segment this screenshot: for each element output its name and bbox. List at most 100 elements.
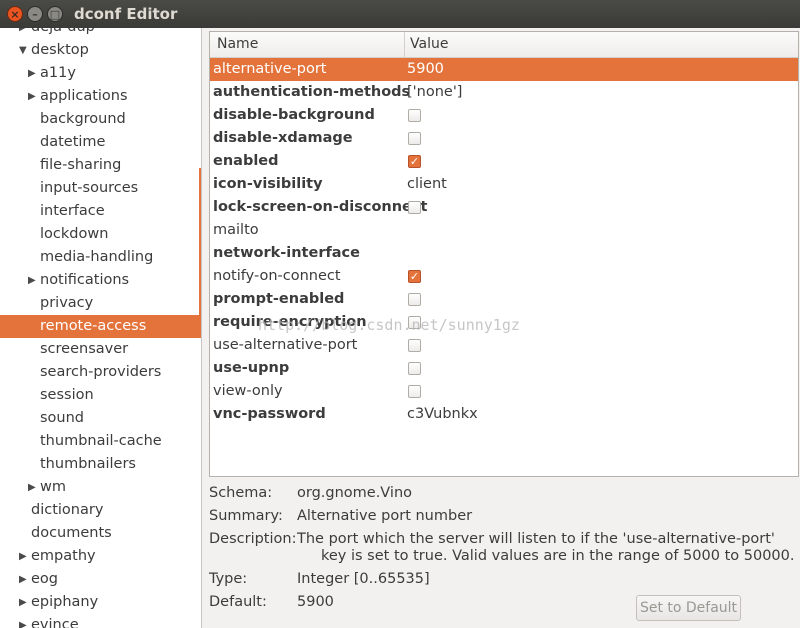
expander-closed-icon[interactable]: ▶ bbox=[19, 568, 27, 591]
set-to-default-button[interactable]: Set to Default bbox=[636, 595, 741, 621]
tree-item-evince[interactable]: ▶ evince bbox=[0, 614, 201, 628]
tree-item-desktop[interactable]: ▼ desktop bbox=[0, 39, 201, 62]
key-name: notify-on-connect bbox=[213, 268, 341, 284]
key-name: authentication-methods bbox=[213, 84, 411, 100]
key-name: disable-xdamage bbox=[213, 130, 353, 146]
value-checkbox[interactable]: ✓ bbox=[408, 155, 421, 168]
tree-item-label: input-sources bbox=[40, 180, 139, 196]
tree-item-applications[interactable]: ▶ applications bbox=[0, 85, 201, 108]
expander-closed-icon[interactable]: ▶ bbox=[19, 614, 27, 628]
default-label: Default: bbox=[209, 594, 267, 610]
expander-open-icon[interactable]: ▼ bbox=[19, 39, 27, 62]
expander-closed-icon[interactable]: ▶ bbox=[19, 591, 27, 614]
window-title: dconf Editor bbox=[74, 5, 178, 23]
value-checkbox[interactable] bbox=[408, 132, 421, 145]
tree-item-file-sharing[interactable]: file-sharing bbox=[0, 154, 201, 177]
expander-closed-icon[interactable]: ▶ bbox=[19, 28, 27, 39]
tree-item-notifications[interactable]: ▶ notifications bbox=[0, 269, 201, 292]
tree-item-label: thumbnailers bbox=[40, 456, 136, 472]
tree-item-label: wm bbox=[40, 479, 66, 495]
tree-item-remote-access[interactable]: remote-access bbox=[0, 315, 201, 338]
maximize-button[interactable]: □ bbox=[47, 6, 63, 22]
table-row[interactable]: authentication-methods ['none'] bbox=[210, 81, 798, 104]
expander-closed-icon[interactable]: ▶ bbox=[28, 476, 36, 499]
tree-item-thumbnailers[interactable]: thumbnailers bbox=[0, 453, 201, 476]
table-row[interactable]: notify-on-connect ✓ bbox=[210, 265, 798, 288]
tree-item-screensaver[interactable]: screensaver bbox=[0, 338, 201, 361]
type-value: Integer [0..65535] bbox=[297, 571, 430, 587]
description-line-1: The port which the server will listen to… bbox=[297, 531, 775, 547]
tree-item-label: dictionary bbox=[31, 502, 104, 518]
expander-closed-icon[interactable]: ▶ bbox=[28, 62, 36, 85]
close-button[interactable]: × bbox=[7, 6, 23, 22]
tree-item-label: evince bbox=[31, 617, 79, 628]
tree-item-input-sources[interactable]: input-sources bbox=[0, 177, 201, 200]
column-separator[interactable] bbox=[404, 32, 405, 57]
tree-item-label: epiphany bbox=[31, 594, 99, 610]
table-row[interactable]: prompt-enabled bbox=[210, 288, 798, 311]
tree-item-media-handling[interactable]: media-handling bbox=[0, 246, 201, 269]
table-row[interactable]: icon-visibility client bbox=[210, 173, 798, 196]
key-value[interactable]: client bbox=[407, 173, 447, 196]
key-name: mailto bbox=[213, 222, 259, 238]
table-row[interactable]: network-interface bbox=[210, 242, 798, 265]
table-row[interactable]: vnc-password c3Vubnkx bbox=[210, 403, 798, 426]
description-line-2: key is set to true. Valid values are in … bbox=[321, 548, 795, 564]
tree-item-interface[interactable]: interface bbox=[0, 200, 201, 223]
value-checkbox[interactable] bbox=[408, 362, 421, 375]
table-row[interactable]: mailto bbox=[210, 219, 798, 242]
expander-closed-icon[interactable]: ▶ bbox=[28, 85, 36, 108]
tree-item-search-providers[interactable]: search-providers bbox=[0, 361, 201, 384]
tree-item-a11y[interactable]: ▶ a11y bbox=[0, 62, 201, 85]
tree-item-label: applications bbox=[40, 88, 128, 104]
table-row[interactable]: enabled ✓ bbox=[210, 150, 798, 173]
tree-item-datetime[interactable]: datetime bbox=[0, 131, 201, 154]
key-name: alternative-port bbox=[213, 61, 327, 77]
expander-closed-icon[interactable]: ▶ bbox=[19, 545, 27, 568]
table-row[interactable]: alternative-port 5900 bbox=[210, 58, 798, 81]
tree-item-label: search-providers bbox=[40, 364, 162, 380]
tree-item-privacy[interactable]: privacy bbox=[0, 292, 201, 315]
tree-item-wm[interactable]: ▶ wm bbox=[0, 476, 201, 499]
table-row[interactable]: view-only bbox=[210, 380, 798, 403]
key-value[interactable]: 5900 bbox=[407, 58, 444, 81]
tree-item-label: media-handling bbox=[40, 249, 154, 265]
tree-item-thumbnail-cache[interactable]: thumbnail-cache bbox=[0, 430, 201, 453]
value-checkbox[interactable] bbox=[408, 339, 421, 352]
tree-item-deja-dup[interactable]: ▶ deja-dup bbox=[0, 28, 201, 39]
tree-item-sound[interactable]: sound bbox=[0, 407, 201, 430]
key-value[interactable]: c3Vubnkx bbox=[407, 403, 478, 426]
tree-item-eog[interactable]: ▶ eog bbox=[0, 568, 201, 591]
tree-item-label: background bbox=[40, 111, 126, 127]
tree-item-label: empathy bbox=[31, 548, 96, 564]
tree-item-label: interface bbox=[40, 203, 105, 219]
column-header-name[interactable]: Name bbox=[217, 36, 258, 52]
tree-item-lockdown[interactable]: lockdown bbox=[0, 223, 201, 246]
table-row[interactable]: use-upnp bbox=[210, 357, 798, 380]
value-checkbox[interactable] bbox=[408, 293, 421, 306]
tree-item-epiphany[interactable]: ▶ epiphany bbox=[0, 591, 201, 614]
tree-item-dictionary[interactable]: dictionary bbox=[0, 499, 201, 522]
table-row[interactable]: disable-background bbox=[210, 104, 798, 127]
tree-item-background[interactable]: background bbox=[0, 108, 201, 131]
tree-item-documents[interactable]: documents bbox=[0, 522, 201, 545]
tree-item-session[interactable]: session bbox=[0, 384, 201, 407]
expander-closed-icon[interactable]: ▶ bbox=[28, 269, 36, 292]
schema-tree[interactable]: ▶deja-dup▼desktop▶a11y▶applicationsbackg… bbox=[0, 28, 202, 628]
tree-item-label: screensaver bbox=[40, 341, 129, 357]
value-checkbox[interactable] bbox=[408, 385, 421, 398]
column-header-value[interactable]: Value bbox=[410, 36, 448, 52]
value-checkbox[interactable] bbox=[408, 109, 421, 122]
type-label: Type: bbox=[209, 571, 248, 587]
default-value: 5900 bbox=[297, 594, 334, 610]
tree-item-empathy[interactable]: ▶ empathy bbox=[0, 545, 201, 568]
table-row[interactable]: disable-xdamage bbox=[210, 127, 798, 150]
value-checkbox[interactable] bbox=[408, 201, 421, 214]
tree-item-label: a11y bbox=[40, 65, 76, 81]
key-value[interactable]: ['none'] bbox=[407, 81, 462, 104]
value-checkbox[interactable]: ✓ bbox=[408, 270, 421, 283]
minimize-button[interactable]: – bbox=[27, 6, 43, 22]
table-row[interactable]: use-alternative-port bbox=[210, 334, 798, 357]
table-row[interactable]: lock-screen-on-disconnect bbox=[210, 196, 798, 219]
tree-item-label: thumbnail-cache bbox=[40, 433, 162, 449]
